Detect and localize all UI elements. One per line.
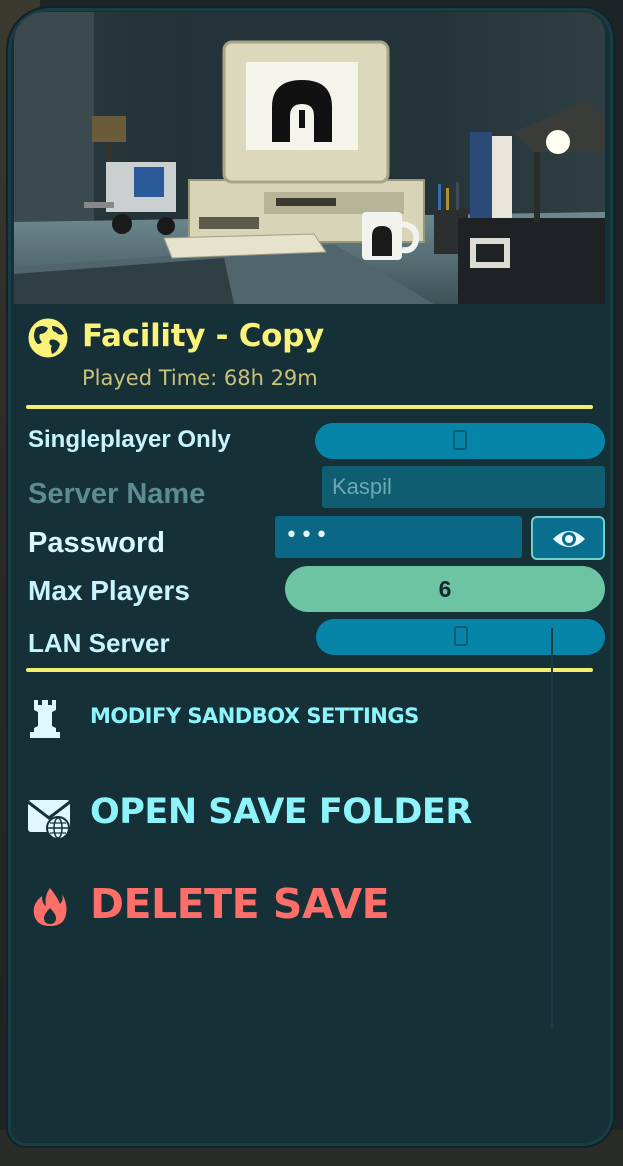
show-password-button[interactable] [531,516,605,560]
open-save-folder-button[interactable]: OPEN SAVE FOLDER [26,788,546,840]
rook-icon [28,698,62,742]
save-thumbnail [14,12,605,304]
modify-sandbox-label: MODIFY SANDBOX SETTINGS [90,704,419,728]
mail-globe-icon [26,794,74,844]
password-label: Password [28,527,165,559]
globe-icon [26,316,70,360]
bottom-divider [26,668,593,672]
singleplayer-toggle[interactable] [315,423,605,459]
save-details-panel: Facility - Copy Played Time: 68h 29m Sin… [8,8,613,1146]
flame-icon [32,886,68,932]
save-title: Facility - Copy [82,318,324,354]
max-players-label: Max Players [28,575,190,606]
open-save-folder-label: OPEN SAVE FOLDER [90,792,472,832]
lan-server-label: LAN Server [28,628,170,658]
server-name-label: Server Name [28,478,206,510]
top-divider [26,405,593,409]
toggle-off-indicator [453,626,468,646]
delete-save-label: DELETE SAVE [90,880,390,928]
modify-sandbox-button[interactable]: MODIFY SANDBOX SETTINGS [26,698,526,738]
delete-save-button[interactable]: DELETE SAVE [26,876,546,932]
server-name-input[interactable]: Kaspil [322,466,605,508]
eye-icon [551,527,587,555]
save-title-row: Facility - Copy [26,314,586,364]
toggle-off-indicator [453,430,467,450]
max-players-field[interactable]: 6 [285,566,605,612]
singleplayer-label: Singleplayer Only [28,426,231,453]
password-input[interactable]: ••• [275,516,522,558]
lan-server-toggle[interactable] [316,619,605,655]
played-time: Played Time: 68h 29m [82,366,318,390]
